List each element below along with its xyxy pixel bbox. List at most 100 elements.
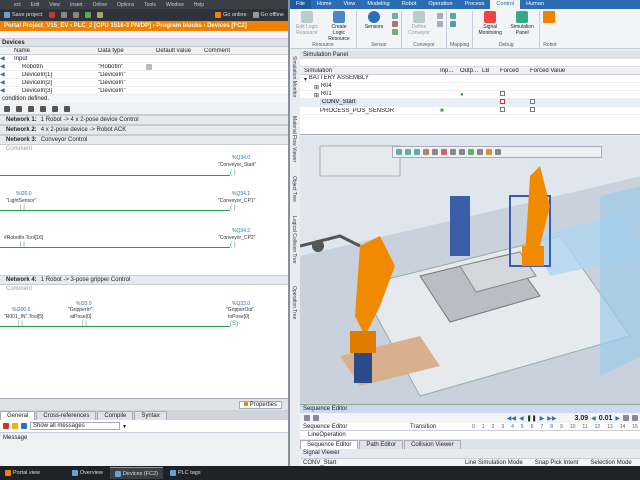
- contact-nc-icon[interactable]: [16, 105, 22, 112]
- table-row[interactable]: ◀ RobotIn "RobotIn": [0, 63, 288, 71]
- tab-view[interactable]: View: [338, 0, 362, 9]
- message-filter-select[interactable]: Show all messages: [30, 422, 120, 430]
- toolbar-icon[interactable]: [304, 415, 310, 421]
- menu-view[interactable]: View: [49, 2, 60, 8]
- forward-icon[interactable]: ▶▶: [547, 415, 556, 422]
- graphic-viewer[interactable]: [300, 136, 640, 404]
- download-icon[interactable]: [96, 12, 103, 18]
- rewind-icon[interactable]: ◀◀: [507, 415, 516, 422]
- menu-window[interactable]: Window: [166, 2, 184, 8]
- sim-row-conv-start[interactable]: CONV_Start: [300, 98, 640, 107]
- forced-checkbox[interactable]: [500, 91, 505, 96]
- zoom-icon[interactable]: [632, 415, 638, 421]
- undo-icon[interactable]: [60, 12, 67, 18]
- mapping-icon[interactable]: [450, 13, 456, 19]
- browse-icon[interactable]: [146, 63, 152, 70]
- table-row[interactable]: ◀ DeviceIn[3] "DeviceIn": [0, 87, 288, 95]
- conveyor-tool-icon[interactable]: [437, 13, 443, 19]
- tab-general[interactable]: General: [0, 411, 36, 420]
- contact-r001[interactable]: | |: [18, 321, 23, 327]
- view-cube-icon[interactable]: [423, 149, 429, 155]
- coil-icon[interactable]: [28, 105, 34, 112]
- forced-checkbox[interactable]: [500, 99, 505, 104]
- taskbar-devices-fc2[interactable]: Devices (FC2): [109, 467, 163, 479]
- select-icon[interactable]: [459, 149, 465, 155]
- network-3[interactable]: Network 3: Conveyor Control: [0, 135, 288, 145]
- tab-path-editor[interactable]: Path Editor: [359, 440, 404, 449]
- properties-tab[interactable]: Properties: [238, 400, 282, 409]
- compile-icon[interactable]: [84, 12, 91, 18]
- robot-icon[interactable]: [543, 11, 556, 23]
- simulation-panel-button[interactable]: Simulation Panel: [508, 11, 536, 36]
- menu-edit[interactable]: Edit: [31, 2, 40, 8]
- box-icon[interactable]: [40, 105, 46, 112]
- menu-project[interactable]: ect: [14, 2, 21, 8]
- signal-viewer-tab[interactable]: Signal Viewer: [300, 449, 640, 458]
- settings-icon[interactable]: [623, 415, 629, 421]
- table-row[interactable]: ◀ Input: [0, 55, 288, 63]
- forced-value-checkbox[interactable]: [530, 99, 535, 104]
- edit-logic-resource-button[interactable]: Edit Logic Resource: [293, 11, 321, 42]
- tab-home[interactable]: Home: [311, 0, 338, 9]
- sequence-row[interactable]: LineOperation: [300, 431, 640, 439]
- pan-icon[interactable]: [414, 149, 420, 155]
- play-icon[interactable]: ▶: [540, 415, 545, 422]
- options-icon[interactable]: [495, 149, 501, 155]
- sensors-button[interactable]: Sensors: [360, 11, 388, 35]
- create-logic-resource-button[interactable]: Create Logic Resource: [325, 11, 353, 42]
- info-icon[interactable]: [21, 423, 27, 429]
- measure-icon[interactable]: [450, 149, 456, 155]
- delete-icon[interactable]: [48, 12, 55, 18]
- time-step[interactable]: 0.01: [599, 415, 613, 422]
- menu-tools[interactable]: Tools: [144, 2, 156, 8]
- menu-insert[interactable]: Insert: [70, 2, 83, 8]
- contact-gripperin[interactable]: | |: [82, 321, 87, 327]
- step-forward-icon[interactable]: ▶: [615, 415, 620, 422]
- timeline-ruler[interactable]: 0 1 2 3 4 5 6 7 8 9 10 11 12 13 14 15: [472, 424, 640, 430]
- mapping-icon[interactable]: [450, 21, 456, 27]
- close-branch-icon[interactable]: [64, 105, 70, 112]
- forced-value-checkbox[interactable]: [530, 107, 535, 112]
- menu-help[interactable]: Help: [194, 2, 204, 8]
- section-icon[interactable]: [441, 149, 447, 155]
- save-project-button[interactable]: Save project: [4, 12, 43, 18]
- tab-control[interactable]: Control: [490, 0, 521, 9]
- zoom-icon[interactable]: [396, 149, 402, 155]
- render-icon[interactable]: [432, 149, 438, 155]
- tab-compile[interactable]: Compile: [97, 411, 134, 420]
- pause-icon[interactable]: ❚❚: [527, 415, 537, 422]
- define-conveyor-button[interactable]: Define Conveyor: [405, 11, 433, 36]
- side-tab-operation-tree[interactable]: Operation Tree: [291, 286, 297, 336]
- manipulator-icon[interactable]: [486, 149, 492, 155]
- coil-conveyor-start[interactable]: ( ): [230, 170, 236, 176]
- tab-file[interactable]: File: [290, 0, 311, 9]
- sensor-tool-icon[interactable]: [392, 13, 398, 19]
- tab-process[interactable]: Process: [459, 0, 491, 9]
- sim-row-process-pos-sensor[interactable]: PROCESS_POS_SENSOR ■: [300, 107, 640, 115]
- play-back-icon[interactable]: ◀: [519, 415, 524, 422]
- sensor-tool-icon[interactable]: [392, 21, 398, 27]
- redo-icon[interactable]: [72, 12, 79, 18]
- table-row[interactable]: ◀ DeviceIn[2] "DeviceIn": [0, 79, 288, 87]
- coil-conveyor-cp2[interactable]: ( ): [230, 242, 236, 248]
- coil-gripperout[interactable]: (S): [230, 321, 238, 327]
- chevron-down-icon[interactable]: ▾: [123, 423, 126, 430]
- network-1[interactable]: Network 1: 1 Robot -> 4 x 2-pose device C…: [0, 115, 288, 125]
- side-tab-object-tree[interactable]: Object Tree: [291, 176, 297, 216]
- zoom-fit-icon[interactable]: [405, 149, 411, 155]
- tab-operation[interactable]: Operation: [422, 0, 458, 9]
- table-row[interactable]: ◀ DeviceIn[1] "DeviceIn": [0, 71, 288, 79]
- network-4[interactable]: Network 4: 1 Robot -> 3-pose gripper Cont…: [0, 275, 288, 285]
- step-back-icon[interactable]: ◀: [591, 415, 596, 422]
- conveyor-tool-icon[interactable]: [437, 21, 443, 27]
- go-offline-button[interactable]: Go offline: [252, 12, 284, 18]
- placement-icon[interactable]: [477, 149, 483, 155]
- sensor-tool-icon[interactable]: [392, 29, 398, 35]
- contact-lightsensor[interactable]: | |: [20, 205, 25, 211]
- taskbar-plc-tags[interactable]: PLC tags: [165, 467, 206, 479]
- tab-cross-references[interactable]: Cross-references: [36, 411, 97, 420]
- taskbar-overview[interactable]: Overview: [67, 467, 108, 479]
- tab-modeling[interactable]: Modeling: [361, 0, 395, 9]
- tab-sequence-editor[interactable]: Sequence Editor: [300, 440, 359, 449]
- contact-robotin-tool[interactable]: | |: [20, 242, 25, 248]
